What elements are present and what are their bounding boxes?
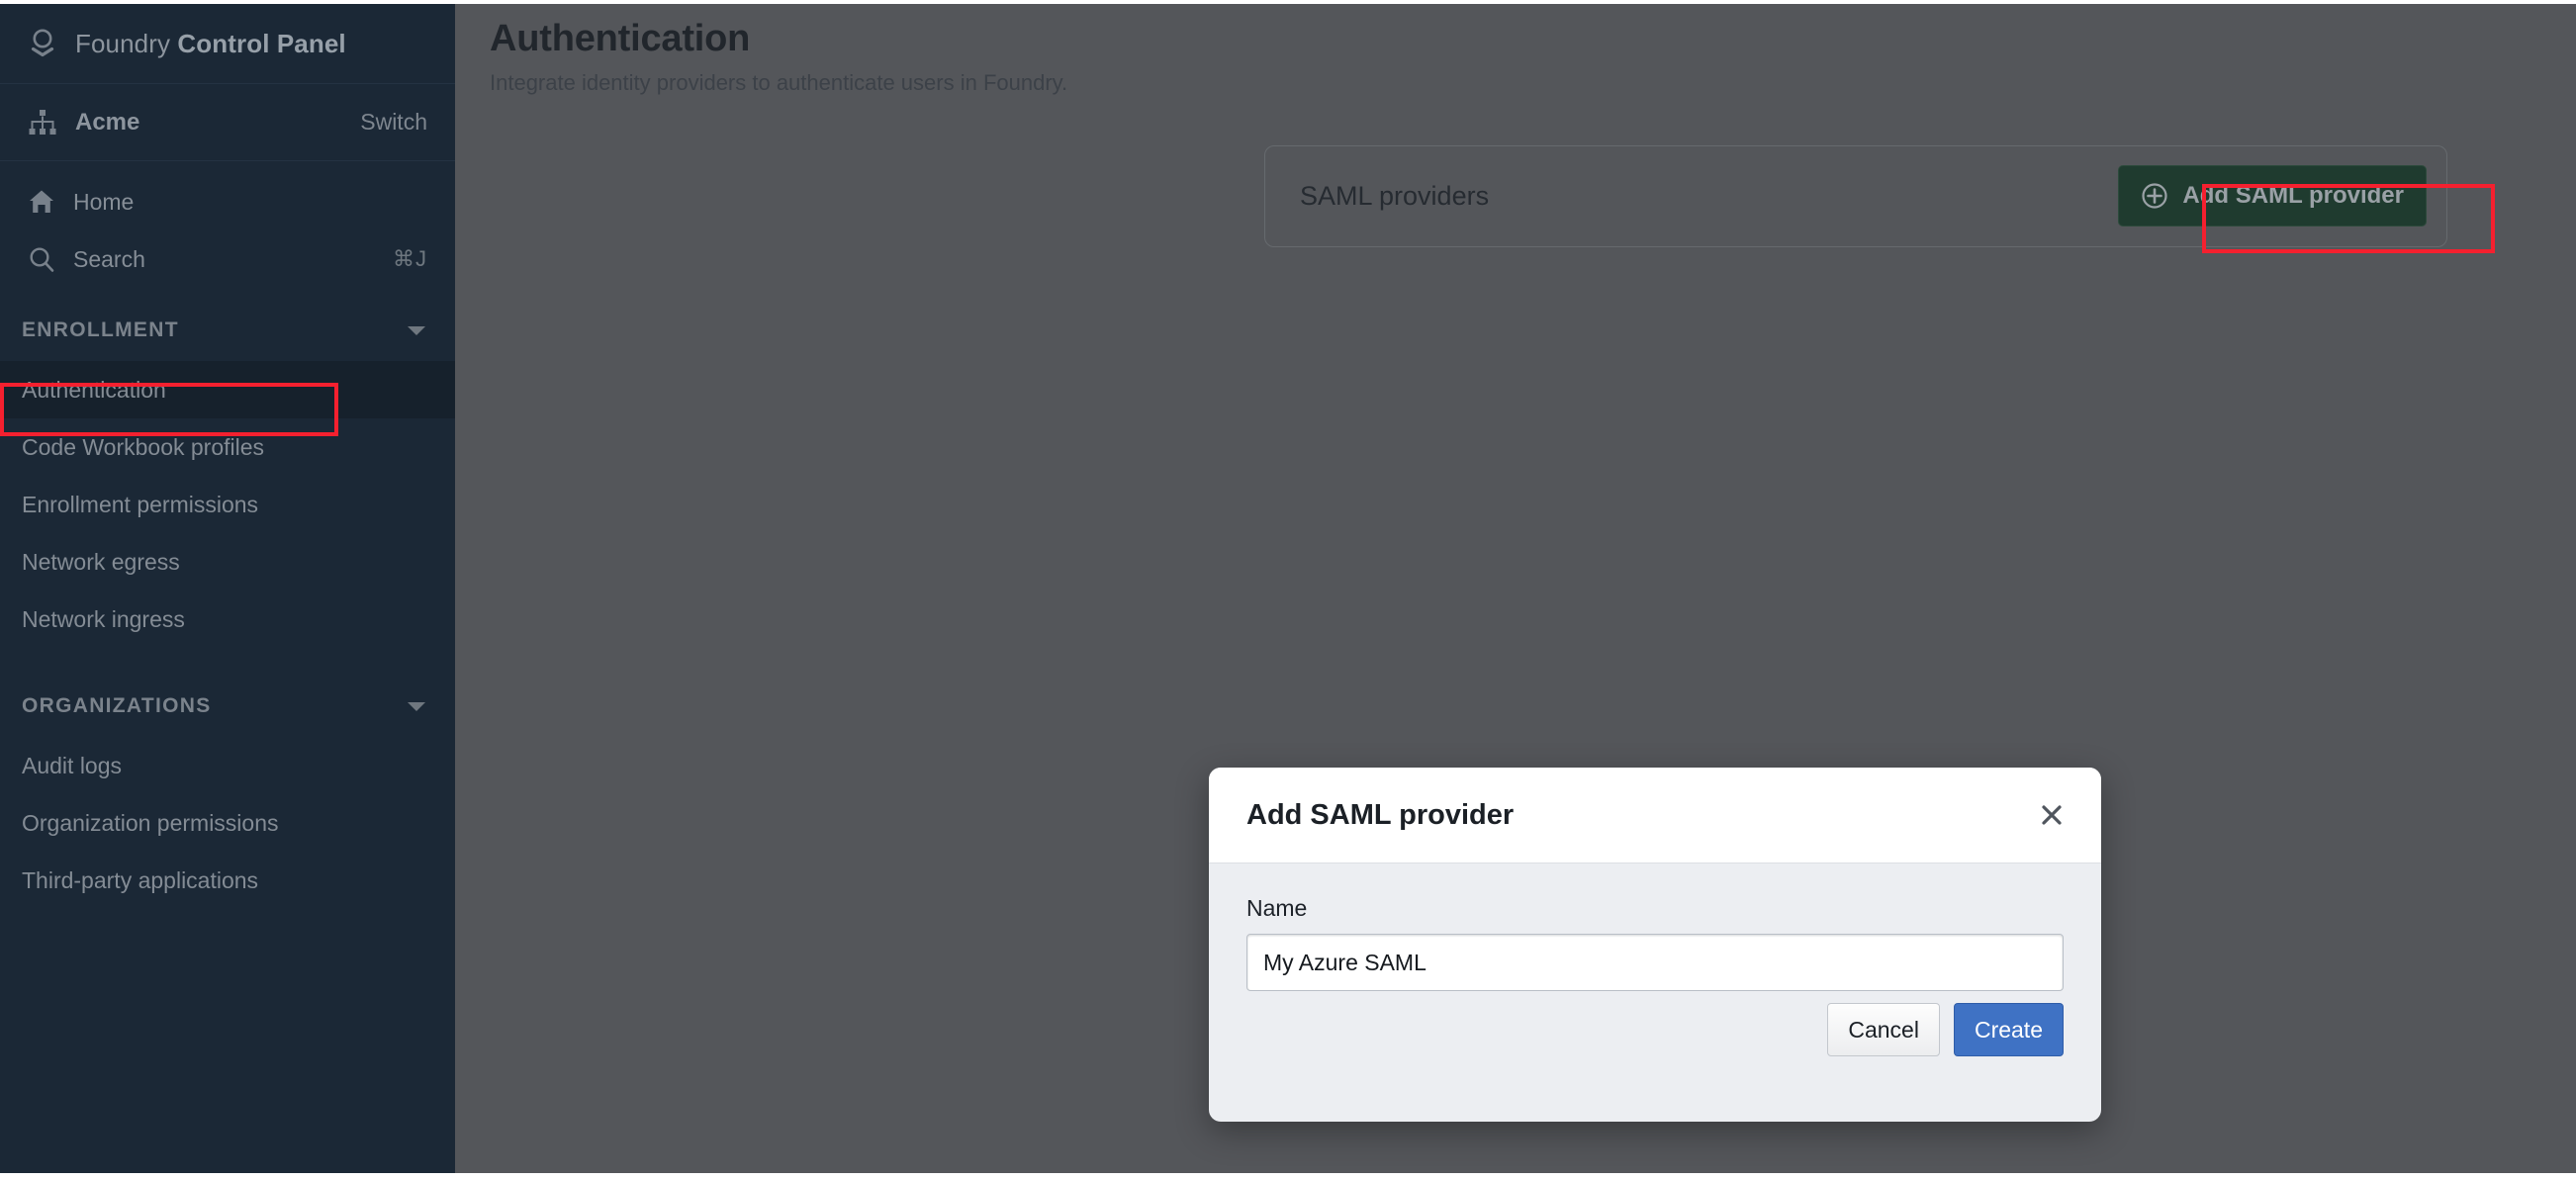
sidebar-item-audit-logs[interactable]: Audit logs: [0, 737, 455, 794]
create-button[interactable]: Create: [1953, 1003, 2064, 1056]
sidebar-item-label: Code Workbook profiles: [22, 433, 265, 460]
org-hierarchy-icon: [28, 109, 57, 136]
sidebar-item-enrollment-permissions[interactable]: Enrollment permissions: [0, 476, 455, 533]
sidebar-item-network-ingress[interactable]: Network ingress: [0, 590, 455, 648]
dialog-footer: Cancel Create: [1827, 1003, 2064, 1056]
sidebar: Foundry Control Panel Acme Switch Home S…: [0, 4, 455, 1173]
add-saml-provider-dialog: Add SAML provider Name Cancel Create: [1209, 768, 2101, 1122]
saml-providers-title: SAML providers: [1300, 180, 1490, 211]
sidebar-item-third-party-applications[interactable]: Third-party applications: [0, 852, 455, 909]
org-switch-link[interactable]: Switch: [360, 109, 427, 136]
sidebar-item-home[interactable]: Home: [0, 173, 455, 230]
add-saml-provider-label: Add SAML provider: [2182, 182, 2404, 210]
search-icon: [28, 245, 55, 273]
sidebar-item-authentication[interactable]: Authentication: [0, 361, 455, 418]
sidebar-item-label: Search: [73, 245, 145, 272]
sidebar-item-label: Enrollment permissions: [22, 491, 259, 517]
org-switcher[interactable]: Acme Switch: [0, 84, 455, 161]
close-icon[interactable]: [2030, 793, 2073, 837]
sidebar-section-organizations[interactable]: ORGANIZATIONS: [0, 676, 455, 737]
section-label: ENROLLMENT: [22, 318, 179, 341]
foundry-logo-icon: [28, 28, 57, 59]
sidebar-item-organization-permissions[interactable]: Organization permissions: [0, 794, 455, 852]
page-title: Authentication: [490, 18, 751, 59]
brand-header[interactable]: Foundry Control Panel: [0, 4, 455, 84]
sidebar-item-label: Audit logs: [22, 752, 123, 778]
sidebar-item-code-workbook-profiles[interactable]: Code Workbook profiles: [0, 418, 455, 476]
page-subtitle: Integrate identity providers to authenti…: [490, 69, 1068, 95]
dialog-title: Add SAML provider: [1246, 798, 1515, 831]
sidebar-item-label: Organization permissions: [22, 809, 279, 836]
sidebar-item-label: Network ingress: [22, 605, 185, 632]
cancel-button[interactable]: Cancel: [1827, 1003, 1940, 1056]
app-window: Foundry Control Panel Acme Switch Home S…: [0, 0, 2576, 1181]
search-shortcut: ⌘J: [393, 246, 427, 271]
sidebar-item-label: Home: [73, 188, 135, 215]
dialog-body: Name: [1209, 863, 2101, 991]
chevron-down-icon: [406, 323, 427, 337]
sidebar-item-label: Network egress: [22, 548, 180, 575]
sidebar-item-label: Third-party applications: [22, 866, 259, 893]
chevron-down-icon: [406, 699, 427, 713]
sidebar-section-enrollment[interactable]: ENROLLMENT: [0, 300, 455, 361]
page-header: Authentication Integrate identity provid…: [455, 4, 2576, 96]
org-name: Acme: [75, 108, 140, 136]
sidebar-item-network-egress[interactable]: Network egress: [0, 533, 455, 590]
saml-providers-card: SAML providers Add SAML provider: [1264, 144, 2447, 247]
name-input[interactable]: [1246, 934, 2064, 991]
add-saml-provider-button[interactable]: Add SAML provider: [2118, 165, 2427, 227]
content-area: SAML providers Add SAML provider: [455, 96, 2576, 247]
brand-title: Foundry Control Panel: [75, 28, 346, 58]
name-field-label: Name: [1246, 895, 1308, 921]
dialog-header: Add SAML provider: [1209, 768, 2101, 863]
sidebar-item-search[interactable]: Search ⌘J: [0, 230, 455, 288]
section-label: ORGANIZATIONS: [22, 694, 212, 717]
home-icon: [28, 188, 55, 216]
sidebar-item-label: Authentication: [22, 376, 166, 403]
plus-circle-icon: [2141, 182, 2168, 210]
